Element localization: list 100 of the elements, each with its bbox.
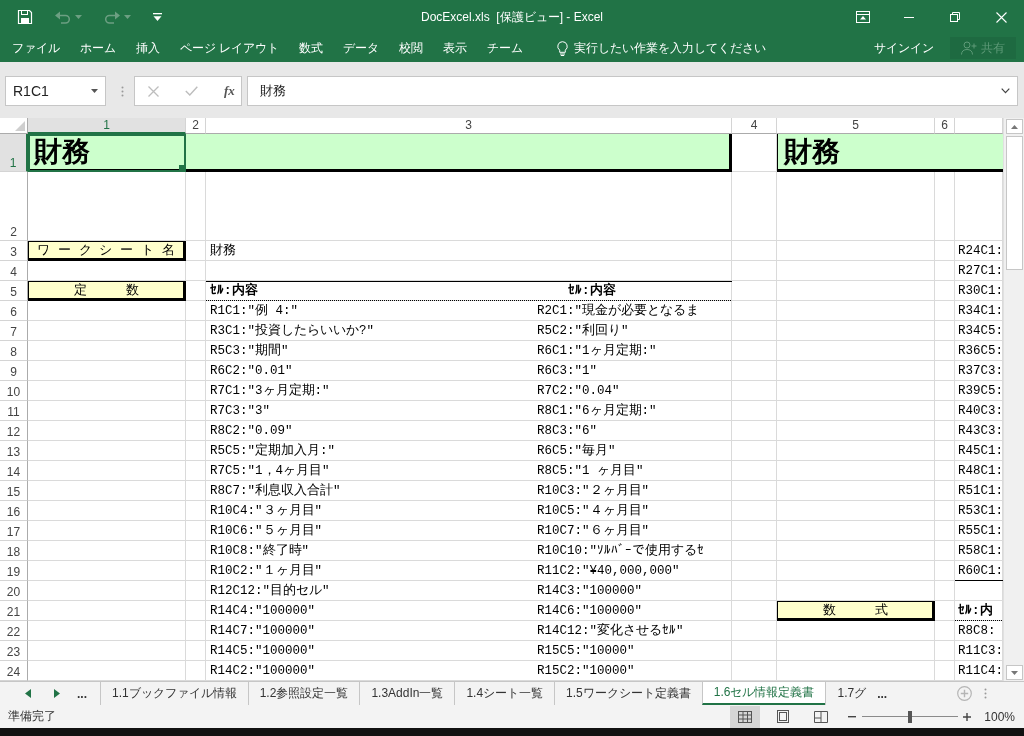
cell-text: R12C12:"目的セル" — [210, 583, 330, 599]
ribbon-tab[interactable]: ホーム — [70, 35, 126, 61]
row-header[interactable]: 10 — [0, 381, 28, 401]
row-header[interactable]: 22 — [0, 621, 28, 641]
cell-text: R14C6:"100000" — [537, 603, 643, 619]
grip-icon[interactable] — [121, 86, 124, 97]
column-header[interactable]: 5 — [777, 118, 935, 134]
chevron-down-icon[interactable] — [1001, 88, 1010, 94]
zoom-slider-thumb[interactable] — [908, 710, 913, 723]
row-header[interactable]: 11 — [0, 401, 28, 421]
ribbon-tab[interactable]: 校閲 — [389, 35, 434, 61]
cell-text: R27C1: — [958, 263, 1003, 279]
row-header[interactable]: 3 — [0, 241, 28, 261]
sign-in-link[interactable]: サインイン — [870, 36, 938, 60]
cell-text: R5C2:"利回り" — [537, 323, 629, 339]
column-header[interactable]: 6 — [935, 118, 955, 134]
check-icon[interactable] — [185, 86, 198, 96]
row-header[interactable]: 16 — [0, 501, 28, 521]
cell-text: R10C5:"４ヶ月目" — [537, 503, 649, 519]
row-header[interactable]: 4 — [0, 261, 28, 281]
sheet-title-banner: 財務 — [777, 134, 1003, 172]
triangle-icon — [15, 121, 25, 131]
cell-text: R55C1: — [958, 523, 1003, 539]
row-header[interactable]: 23 — [0, 641, 28, 661]
vertical-scrollbar[interactable] — [1003, 118, 1024, 681]
row-header[interactable]: 6 — [0, 301, 28, 321]
minimize-icon — [904, 16, 914, 18]
column-header[interactable] — [955, 118, 1003, 134]
cell-text: R8C8: — [958, 623, 996, 639]
ribbon-tab[interactable]: データ — [333, 35, 390, 61]
cell-text: R7C5:"1，4ヶ月目" — [210, 463, 330, 479]
row-header[interactable]: 8 — [0, 341, 28, 361]
plus-icon[interactable] — [963, 712, 972, 721]
row-header[interactable]: 18 — [0, 541, 28, 561]
down-triangle-icon — [1010, 670, 1018, 675]
more-sheets-button[interactable]: ... — [877, 682, 892, 705]
column-header[interactable]: 2 — [186, 118, 206, 134]
cell-text: R10C6:"５ヶ月目" — [210, 523, 322, 539]
split-panel-icon — [814, 710, 829, 723]
select-all-button[interactable] — [0, 118, 28, 134]
cell-text: R30C1: — [958, 283, 1003, 299]
row-header[interactable]: 20 — [0, 581, 28, 601]
cell-text: R5C5:"定期加入月:" — [210, 443, 335, 459]
ribbon-tab[interactable]: チーム — [477, 35, 534, 61]
row-header[interactable]: 13 — [0, 441, 28, 461]
row-header[interactable]: 12 — [0, 421, 28, 441]
row-header[interactable]: 1 — [0, 134, 28, 172]
lightbulb-icon — [557, 40, 569, 56]
cell-text: R1C1:"例 4:" — [210, 303, 298, 319]
cell-text: R14C3:"100000" — [537, 583, 643, 599]
column-header[interactable]: 4 — [732, 118, 777, 134]
left-triangle-icon[interactable] — [25, 689, 31, 698]
ribbon-tab[interactable]: 挿入 — [126, 35, 170, 61]
right-triangle-icon[interactable] — [54, 689, 60, 698]
row-header[interactable]: 21 — [0, 601, 28, 621]
cell-text: R37C3: — [958, 363, 1003, 379]
row-header[interactable]: 7 — [0, 321, 28, 341]
row-header[interactable]: 9 — [0, 361, 28, 381]
name-box[interactable]: R1C1 — [5, 76, 106, 106]
scroll-thumb[interactable] — [1005, 136, 1023, 270]
minus-icon[interactable] — [848, 715, 857, 718]
cell-text: R24C1: — [958, 243, 1003, 259]
formula-field[interactable]: 財務 — [247, 76, 1018, 106]
window-title: DocExcel.xls [保護ビュー] - Excel — [421, 8, 603, 26]
cell-text: R10C8:"終了時" — [210, 543, 309, 559]
row-header[interactable]: 19 — [0, 561, 28, 581]
vertical-dots-icon[interactable] — [984, 688, 987, 699]
scroll-down-button[interactable] — [1005, 665, 1023, 680]
cell-text: R7C3:"3" — [210, 403, 270, 419]
cell-text: R60C1: — [958, 563, 1003, 579]
cell-text: R2C1:"現金が必要となるま — [537, 303, 699, 319]
row-header[interactable]: 2 — [0, 172, 28, 241]
customize-icon — [153, 13, 162, 21]
normal-view-button[interactable] — [730, 705, 761, 728]
cell-text: R10C10:"ｿﾙﾊﾞｰで使用するｾ — [537, 543, 704, 559]
up-triangle-icon — [1010, 124, 1018, 129]
close-icon — [995, 11, 1007, 23]
row-header[interactable]: 14 — [0, 461, 28, 481]
ribbon-tab[interactable]: 数式 — [289, 35, 334, 61]
row-header[interactable]: 5 — [0, 281, 28, 301]
row-header[interactable]: 24 — [0, 661, 28, 681]
row-header[interactable]: 15 — [0, 481, 28, 501]
cell-text: R14C2:"100000" — [210, 663, 316, 679]
column-header[interactable]: 1 — [28, 118, 186, 134]
scroll-up-button[interactable] — [1005, 119, 1023, 134]
sheet-tab[interactable]: 1.6セル情報定義書 — [701, 682, 826, 705]
cell-text: R7C2:"0.04" — [537, 383, 620, 399]
more-sheets-button[interactable]: ... — [77, 686, 87, 701]
fill-handle[interactable] — [179, 165, 184, 170]
tell-me-search[interactable]: 実行したい作業を入力してください — [557, 36, 767, 60]
ribbon-tab[interactable]: ページ レイアウト — [170, 35, 290, 61]
column-header[interactable]: 3 — [206, 118, 732, 134]
row-header[interactable]: 17 — [0, 521, 28, 541]
ribbon-tab[interactable]: ファイル — [2, 35, 70, 61]
ribbon-tab[interactable]: 表示 — [433, 35, 478, 61]
insert-function-button[interactable]: fx — [224, 83, 235, 99]
cell-text: R40C3: — [958, 403, 1003, 419]
zoom-level-text[interactable]: 100% — [984, 709, 1015, 724]
cell-text: R11C3: — [958, 643, 1003, 659]
cell-text: R14C7:"100000" — [210, 623, 316, 639]
